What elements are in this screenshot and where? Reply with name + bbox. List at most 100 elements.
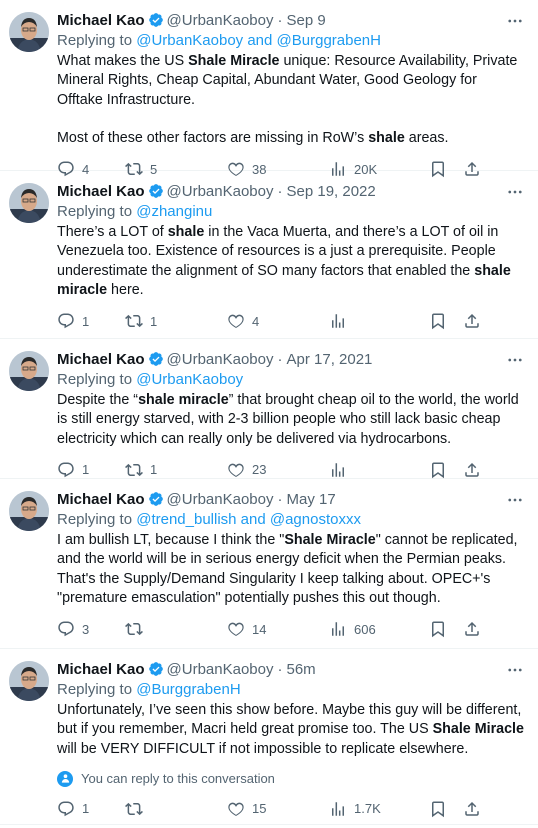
views-count: 1.7K: [354, 801, 381, 817]
text-segment: There’s a LOT of: [57, 224, 168, 240]
like-button[interactable]: 15: [227, 800, 329, 818]
retweet-button[interactable]: [125, 800, 227, 818]
separator-dot: ·: [277, 182, 283, 200]
author-name[interactable]: Michael Kao: [57, 12, 145, 29]
replying-to-mentions[interactable]: @UrbanKaoboy: [136, 371, 243, 388]
retweet-button[interactable]: 1: [125, 312, 227, 330]
views-icon: [332, 802, 344, 816]
verified-badge-icon: [148, 352, 163, 366]
reply-count: 1: [82, 801, 90, 817]
avatar[interactable]: [9, 12, 49, 52]
reply-button[interactable]: 1: [57, 312, 125, 330]
tweet[interactable]: Michael Kao @UrbanKaoboy · Sep 19, 2022 …: [0, 171, 538, 339]
timestamp[interactable]: Apr 17, 2021: [287, 351, 373, 368]
reply-count: 1: [82, 313, 90, 329]
text-segment: What makes the US: [57, 53, 189, 69]
tweet-text: Despite the “shale miracle” that brought…: [57, 391, 524, 449]
bookmark-button[interactable]: [429, 312, 463, 330]
share-button[interactable]: [463, 800, 481, 818]
like-icon: [228, 622, 244, 637]
bookmark-button[interactable]: [429, 800, 463, 818]
retweet-icon: [125, 802, 143, 815]
avatar-image: [9, 12, 49, 52]
views-icon: [332, 463, 344, 477]
share-button[interactable]: [463, 620, 481, 638]
like-icon: [228, 314, 244, 329]
timestamp[interactable]: Sep 9: [287, 12, 326, 29]
timestamp[interactable]: May 17: [287, 491, 336, 508]
views-button[interactable]: 1.7K: [329, 800, 429, 818]
bookmark-button[interactable]: [429, 461, 463, 479]
timeline: Michael Kao @UrbanKaoboy · Sep 9 Replyin…: [0, 0, 538, 825]
author-handle[interactable]: @UrbanKaoboy: [167, 351, 274, 368]
tweet-text: What makes the US Shale Miracle unique: …: [57, 52, 524, 148]
retweet-icon: [125, 315, 143, 328]
like-button[interactable]: 4: [227, 312, 329, 330]
avatar[interactable]: [9, 661, 49, 701]
share-icon: [465, 314, 479, 328]
avatar-image: [9, 183, 49, 223]
replying-to-mentions[interactable]: @UrbanKaoboy and @BurggrabenH: [136, 32, 381, 49]
separator-dot: ·: [277, 11, 283, 29]
share-button[interactable]: [463, 312, 481, 330]
author-name[interactable]: Michael Kao: [57, 491, 145, 508]
tweet[interactable]: Michael Kao @UrbanKaoboy · Apr 17, 2021 …: [0, 339, 538, 479]
tweet[interactable]: Michael Kao @UrbanKaoboy · May 17 Replyi…: [0, 479, 538, 649]
timestamp[interactable]: Sep 19, 2022: [287, 183, 376, 200]
retweet-button[interactable]: [125, 620, 227, 638]
retweet-count: 1: [150, 462, 158, 478]
timestamp[interactable]: 56m: [287, 661, 316, 678]
more-icon[interactable]: [506, 12, 524, 30]
replying-to-mentions[interactable]: @BurggrabenH: [136, 681, 240, 698]
share-icon: [465, 622, 479, 636]
retweet-button[interactable]: 1: [125, 461, 227, 479]
bookmark-button[interactable]: [429, 620, 463, 638]
like-button[interactable]: 23: [227, 461, 329, 479]
author-name[interactable]: Michael Kao: [57, 351, 145, 368]
replying-to-mentions[interactable]: @trend_bullish and @agnostoxxx: [136, 511, 361, 528]
tweet-header: Michael Kao @UrbanKaoboy · May 17: [57, 489, 524, 509]
more-icon[interactable]: [506, 183, 524, 201]
more-icon[interactable]: [506, 661, 524, 679]
reply-count: 3: [82, 621, 90, 637]
views-button[interactable]: 606: [329, 620, 429, 638]
highlighted-term: Shale Miracle: [188, 53, 280, 69]
tweet[interactable]: Michael Kao @UrbanKaoboy · Sep 9 Replyin…: [0, 0, 538, 178]
reply-icon: [58, 621, 74, 637]
bookmark-icon: [432, 313, 444, 330]
author-name[interactable]: Michael Kao: [57, 183, 145, 200]
replying-to: Replying to @BurggrabenH: [57, 680, 524, 700]
replying-to-label: Replying to: [57, 681, 137, 698]
reply-button[interactable]: 1: [57, 461, 125, 479]
more-icon[interactable]: [506, 351, 524, 369]
action-bar: 1 1 4: [57, 310, 524, 340]
author-handle[interactable]: @UrbanKaoboy: [167, 183, 274, 200]
share-button[interactable]: [463, 461, 481, 479]
reply-icon: [58, 313, 74, 329]
replying-to-mentions[interactable]: @zhanginu: [136, 203, 212, 220]
tweet[interactable]: Michael Kao @UrbanKaoboy · 56m Replying …: [0, 649, 538, 825]
retweet-icon: [125, 463, 143, 476]
avatar[interactable]: [9, 351, 49, 391]
reply-button[interactable]: 3: [57, 620, 125, 638]
views-button[interactable]: [329, 312, 429, 330]
like-button[interactable]: 14: [227, 620, 329, 638]
avatar[interactable]: [9, 183, 49, 223]
views-button[interactable]: [329, 461, 429, 479]
avatar[interactable]: [9, 491, 49, 531]
reply-button[interactable]: 1: [57, 800, 125, 818]
replying-to-label: Replying to: [57, 32, 137, 49]
highlighted-term: shale miracle: [138, 392, 229, 408]
tweet-header: Michael Kao @UrbanKaoboy · Sep 9: [57, 10, 524, 30]
more-icon[interactable]: [506, 491, 524, 509]
like-icon: [228, 463, 244, 477]
author-handle[interactable]: @UrbanKaoboy: [167, 491, 274, 508]
author-handle[interactable]: @UrbanKaoboy: [167, 12, 274, 29]
verified-badge-icon: [148, 662, 163, 676]
highlighted-term: Shale Miracle: [432, 721, 524, 738]
views-count: 606: [354, 621, 376, 637]
like-count: 14: [252, 621, 267, 637]
tweet-header: Michael Kao @UrbanKaoboy · Sep 19, 2022: [57, 181, 524, 201]
author-handle[interactable]: @UrbanKaoboy: [167, 661, 274, 678]
author-name[interactable]: Michael Kao: [57, 661, 145, 678]
